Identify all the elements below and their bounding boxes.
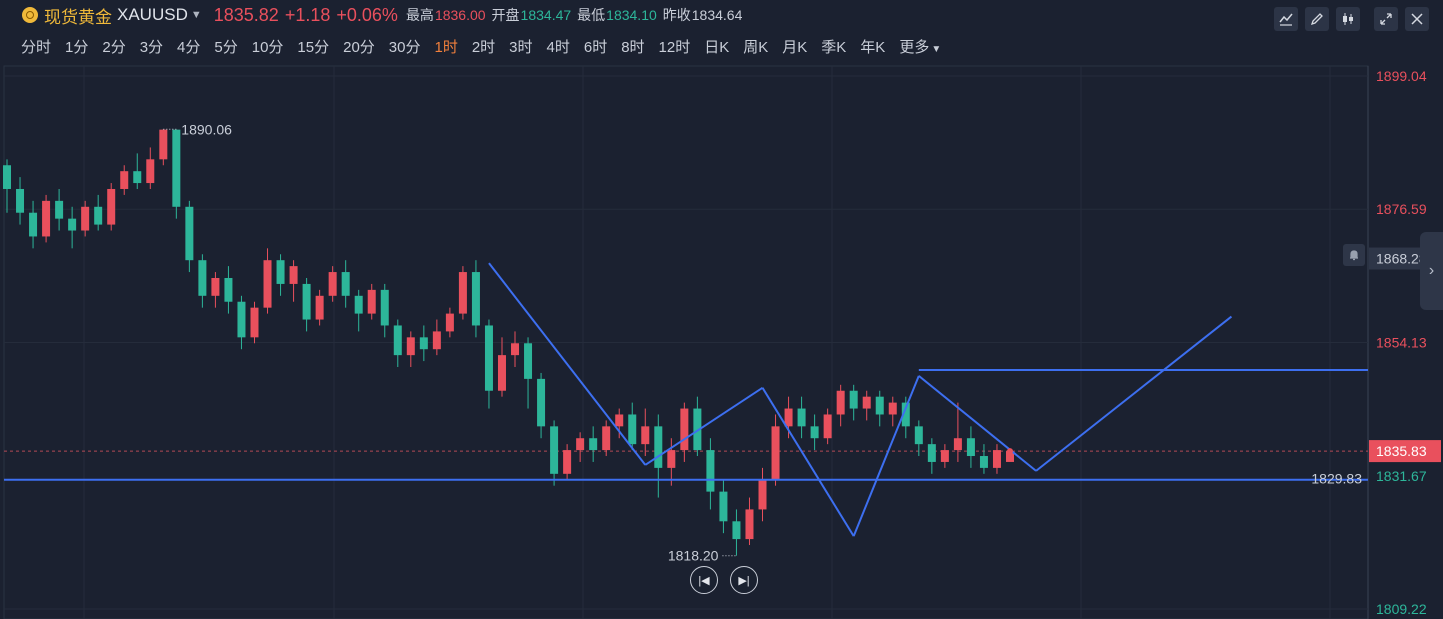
collapse-panel-chevron-icon[interactable]: › — [1420, 232, 1443, 310]
candle-body-24 — [315, 295, 324, 320]
candle-body-25 — [328, 272, 337, 296]
candle-body-14 — [185, 206, 194, 261]
candle-body-19 — [250, 307, 259, 338]
candle-body-13 — [172, 129, 181, 207]
last-price-dot — [1007, 448, 1013, 455]
candle-body-46 — [602, 426, 611, 451]
candle-body-50 — [654, 426, 663, 468]
y-tick-label-5: 1831.67 — [1376, 468, 1427, 484]
candle-body-71 — [927, 444, 936, 462]
candle-body-59 — [771, 426, 780, 480]
candle-body-10 — [133, 171, 142, 184]
candle-body-57 — [745, 509, 754, 540]
annotation-label-2: 1829.83 — [1311, 471, 1362, 487]
candle-body-40 — [524, 343, 533, 379]
candle-body-42 — [550, 426, 559, 474]
trend-line-5 — [1035, 315, 1233, 472]
candle-body-49 — [641, 426, 650, 445]
candle-body-7 — [94, 206, 103, 225]
candle-body-4 — [55, 200, 64, 219]
candle-body-52 — [680, 408, 689, 451]
candle-body-72 — [940, 450, 949, 462]
candle-body-74 — [966, 438, 975, 457]
candle-body-33 — [432, 331, 441, 350]
candle-body-0 — [3, 165, 11, 189]
candle-body-61 — [797, 408, 806, 427]
candle-body-63 — [823, 414, 832, 439]
candle-body-3 — [42, 200, 51, 237]
candle-body-32 — [419, 337, 428, 350]
candle-body-37 — [484, 325, 493, 391]
candle-body-11 — [146, 159, 155, 184]
candle-body-41 — [537, 378, 546, 427]
y-tick-label-3: 1854.13 — [1376, 335, 1427, 351]
candle-body-62 — [810, 426, 819, 439]
candle-body-1 — [16, 188, 25, 213]
candle-body-12 — [159, 129, 168, 160]
candle-body-36 — [471, 272, 480, 326]
candle-body-38 — [497, 355, 506, 391]
annotation-label-0: 1890.06 — [181, 121, 232, 137]
candle-body-60 — [784, 408, 793, 427]
candle-body-17 — [224, 277, 233, 302]
candle-body-18 — [237, 301, 246, 338]
candle-body-58 — [758, 479, 767, 510]
candle-body-76 — [992, 450, 1001, 468]
candle-body-15 — [198, 260, 207, 296]
candle-body-44 — [576, 438, 585, 451]
candle-body-43 — [563, 450, 572, 474]
candle-body-30 — [393, 325, 402, 356]
trend-line-1 — [644, 386, 764, 466]
y-tick-label-0: 1899.04 — [1376, 68, 1427, 84]
price-alert-bell-icon[interactable] — [1343, 244, 1365, 266]
candle-body-31 — [406, 337, 415, 356]
candle-body-45 — [589, 438, 598, 451]
candle-body-22 — [289, 266, 298, 284]
trend-line-0 — [488, 262, 647, 466]
candle-body-29 — [380, 289, 389, 326]
candle-body-39 — [511, 343, 520, 356]
candle-body-21 — [276, 260, 285, 284]
trend-line-4 — [918, 375, 1037, 472]
candle-body-8 — [107, 188, 116, 225]
candle-body-34 — [445, 313, 454, 332]
candle-body-2 — [29, 212, 38, 237]
candle-body-54 — [706, 450, 715, 492]
candle-body-35 — [458, 272, 467, 314]
candle-body-56 — [732, 521, 741, 540]
candle-body-28 — [367, 289, 376, 314]
candle-body-20 — [263, 260, 272, 308]
candle-body-70 — [914, 426, 923, 445]
y-tick-label-1: 1876.59 — [1376, 201, 1427, 217]
candle-body-75 — [979, 456, 988, 468]
candle-body-48 — [628, 414, 637, 445]
candle-body-64 — [836, 390, 845, 415]
candle-body-27 — [354, 295, 363, 314]
annotation-label-1: 1818.20 — [668, 548, 719, 564]
candlestick-chart[interactable]: 1890.061818.201829.831899.041876.591868.… — [0, 0, 1443, 619]
y-tick-label-4: 1835.83 — [1376, 443, 1427, 459]
candle-body-6 — [81, 206, 90, 231]
jump-to-start-icon[interactable]: |◀ — [690, 566, 718, 594]
candle-body-5 — [68, 218, 77, 231]
candle-body-66 — [862, 396, 871, 409]
candle-body-68 — [888, 402, 897, 415]
candle-body-23 — [302, 283, 311, 320]
candle-body-67 — [875, 396, 884, 415]
candle-body-65 — [849, 390, 858, 409]
candle-body-9 — [120, 171, 129, 189]
candle-body-55 — [719, 491, 728, 522]
candle-body-47 — [615, 414, 624, 427]
jump-to-end-icon[interactable]: ▶| — [730, 566, 758, 594]
candle-body-73 — [953, 438, 962, 451]
candle-body-16 — [211, 277, 220, 296]
y-tick-label-6: 1809.22 — [1376, 601, 1427, 617]
candle-body-26 — [341, 272, 350, 296]
candle-body-51 — [667, 450, 676, 468]
